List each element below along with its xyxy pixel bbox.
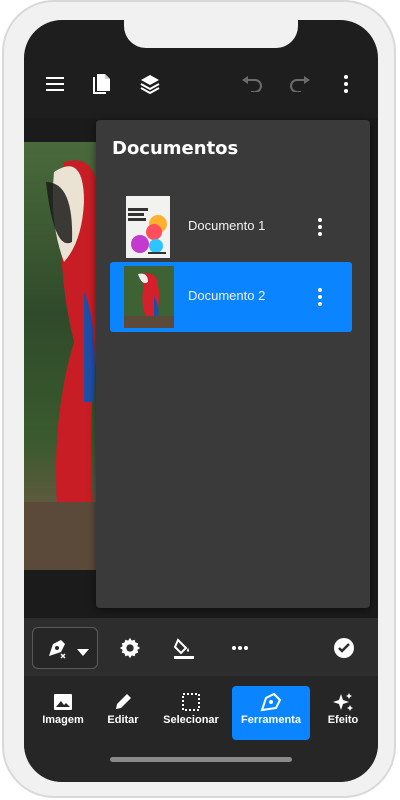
nav-label: Selecionar — [163, 714, 219, 726]
menu-icon[interactable] — [42, 70, 70, 98]
pencil-icon — [116, 694, 131, 709]
pen-icon — [260, 692, 282, 712]
check-circle-icon[interactable] — [330, 634, 358, 662]
parrot-thumbnail — [124, 266, 174, 328]
redo-icon[interactable] — [286, 70, 314, 98]
pen-tool-icon — [45, 636, 69, 665]
document-item-active[interactable]: Documento 2 — [110, 262, 352, 332]
documents-panel: Documentos Documento 1 Documento 2 — [96, 120, 370, 608]
phone-frame: Documentos Documento 1 Documento 2 Image… — [2, 0, 396, 798]
documents-icon[interactable] — [88, 70, 116, 98]
tool-options-bar — [24, 618, 378, 676]
nav-ferramenta[interactable]: Ferramenta — [232, 686, 310, 740]
panel-title: Documentos — [112, 138, 239, 159]
top-toolbar — [24, 60, 378, 108]
selection-icon — [182, 693, 200, 711]
nav-label: Ferramenta — [241, 714, 301, 726]
chevron-down-icon — [77, 644, 89, 662]
document-label: Documento 2 — [188, 288, 266, 303]
tool-selector-dropdown[interactable] — [32, 627, 98, 669]
layers-icon[interactable] — [136, 70, 164, 98]
settings-icon[interactable] — [116, 634, 144, 662]
canvas-image[interactable] — [24, 142, 98, 570]
more-vertical-icon[interactable] — [308, 214, 332, 240]
document-item[interactable]: Documento 1 — [110, 192, 352, 262]
document-label: Documento 1 — [188, 218, 266, 233]
nav-selecionar[interactable]: Selecionar — [154, 686, 228, 740]
app-screen: Documentos Documento 1 Documento 2 Image… — [24, 20, 378, 782]
image-icon — [54, 694, 72, 710]
fill-icon[interactable] — [170, 634, 198, 662]
bottom-navigation: Imagem Editar Selecionar Ferramenta Efei… — [24, 676, 378, 782]
poster-thumbnail — [126, 196, 170, 258]
nav-efeito[interactable]: Efeito — [306, 686, 378, 740]
undo-icon[interactable] — [238, 70, 266, 98]
nav-label: Editar — [107, 714, 139, 726]
more-horizontal-icon[interactable] — [226, 634, 254, 662]
sparkle-icon — [333, 693, 353, 711]
more-vertical-icon[interactable] — [332, 70, 360, 98]
home-indicator[interactable] — [110, 757, 292, 762]
nav-label: Efeito — [327, 714, 359, 726]
nav-editar[interactable]: Editar — [86, 686, 160, 740]
phone-notch — [124, 20, 298, 48]
more-vertical-icon[interactable] — [308, 284, 332, 310]
